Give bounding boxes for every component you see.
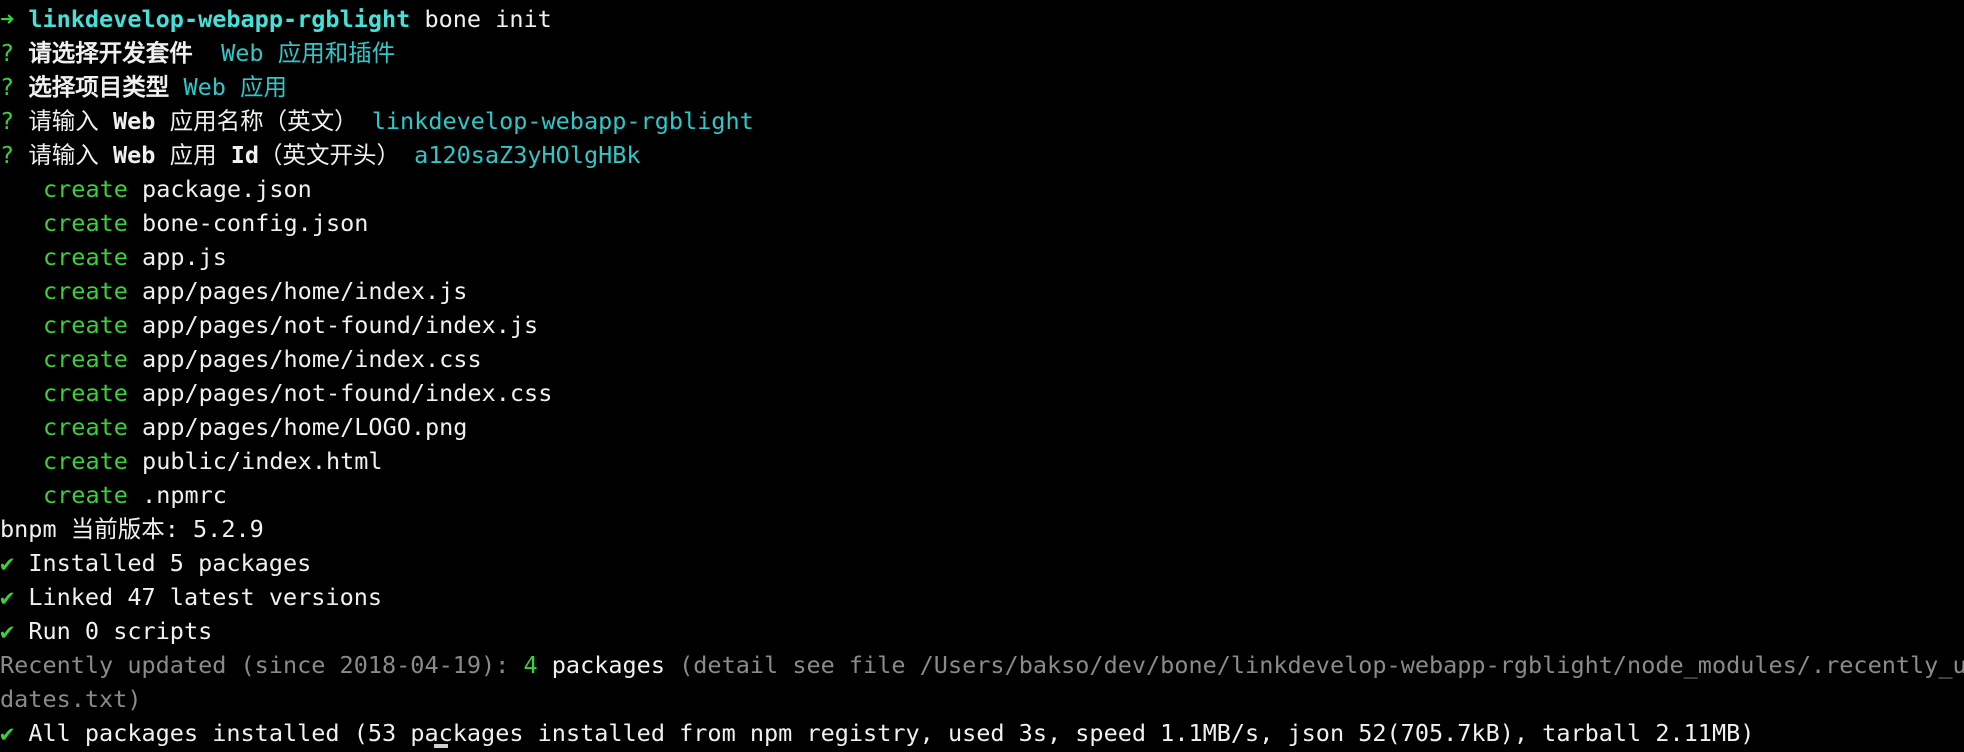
question-text-bold: Web [112, 141, 156, 169]
final-result-text: All packages installed (53 packages inst… [28, 719, 1755, 747]
create-action: create [43, 175, 128, 203]
create-action: create [43, 209, 128, 237]
checkmark-icon: ✔ [0, 719, 15, 747]
checkmark-icon: ✔ [0, 549, 15, 577]
question-line: ? 请输入 Web 应用 Id（英文开头） a120saZ3yHOlgHBk [0, 138, 1964, 172]
create-action: create [43, 413, 128, 441]
question-text-post: （英文开头） [259, 141, 401, 169]
answer-text: a120saZ3yHOlgHBk [414, 141, 641, 169]
question-text: 请选择开发套件 [28, 39, 193, 67]
question-text-bold: Id [230, 141, 260, 169]
create-action: create [43, 379, 128, 407]
question-mark: ? [0, 39, 15, 67]
created-file-path: app/pages/home/index.css [142, 345, 482, 373]
question-line: ? 请选择开发套件 Web 应用和插件 [0, 36, 1964, 70]
answer-text: Web 应用 [183, 73, 288, 101]
create-line: create app/pages/not-found/index.css [0, 376, 1964, 410]
created-file-path: app/pages/home/index.js [142, 277, 468, 305]
create-line: create package.json [0, 172, 1964, 206]
created-file-path: .npmrc [142, 481, 227, 509]
result-line: ✔ Linked 47 latest versions [0, 580, 1964, 614]
create-action: create [43, 447, 128, 475]
create-action: create [43, 311, 128, 339]
created-file-path: app/pages/home/LOGO.png [142, 413, 468, 441]
create-line: create public/index.html [0, 444, 1964, 478]
current-directory: linkdevelop-webapp-rgblight [28, 5, 411, 33]
created-file-path: app/pages/not-found/index.js [142, 311, 539, 339]
recently-updated-prefix: Recently updated (since 2018-04-19): [0, 651, 524, 679]
terminal-window[interactable]: ➜ linkdevelop-webapp-rgblight bone init … [0, 0, 1964, 752]
question-text-mid: 应用 [155, 141, 231, 169]
answer-text: linkdevelop-webapp-rgblight [371, 107, 754, 135]
result-line: ✔ Run 0 scripts [0, 614, 1964, 648]
result-text: Installed 5 packages [28, 549, 312, 577]
recently-updated-detail: (detail see file /Users/bakso/dev/bone/l… [664, 651, 1964, 679]
create-action: create [43, 277, 128, 305]
question-text-bold: Web [112, 107, 156, 135]
recently-updated-line: Recently updated (since 2018-04-19): 4 p… [0, 648, 1964, 682]
recently-updated-detail-cont: dates.txt) [0, 685, 142, 713]
updated-count: 4 [523, 651, 538, 679]
command-text: bone init [424, 5, 552, 33]
question-mark: ? [0, 73, 15, 101]
updated-word: packages [537, 651, 665, 679]
bnpm-version-line: bnpm 当前版本: 5.2.9 [0, 515, 264, 543]
checkmark-icon: ✔ [0, 583, 15, 611]
question-line: ? 请输入 Web 应用名称（英文） linkdevelop-webapp-rg… [0, 104, 1964, 138]
create-line: create app/pages/home/LOGO.png [0, 410, 1964, 444]
created-file-path: package.json [142, 175, 312, 203]
created-file-path: bone-config.json [142, 209, 369, 237]
prompt-line: ➜ linkdevelop-webapp-rgblight bone init [0, 2, 1964, 36]
created-file-path: public/index.html [142, 447, 383, 475]
prompt-arrow-icon: ➜ [0, 5, 15, 33]
create-action: create [43, 243, 128, 271]
checkmark-icon: ✔ [0, 617, 15, 645]
question-text-pre: 请输入 [28, 141, 113, 169]
result-text: Run 0 scripts [28, 617, 213, 645]
created-file-path: app/pages/not-found/index.css [142, 379, 553, 407]
answer-text: Web 应用和插件 [221, 39, 396, 67]
create-line: create app/pages/not-found/index.js [0, 308, 1964, 342]
question-text-pre: 请输入 [28, 107, 113, 135]
create-line: create bone-config.json [0, 206, 1964, 240]
create-line: create app/pages/home/index.js [0, 274, 1964, 308]
create-action: create [43, 345, 128, 373]
question-mark: ? [0, 107, 15, 135]
create-action: create [43, 481, 128, 509]
create-line: create .npmrc [0, 478, 1964, 512]
question-text-post: 应用名称（英文） [155, 107, 358, 135]
create-line: create app.js [0, 240, 1964, 274]
question-text: 选择项目类型 [28, 73, 170, 101]
created-file-path: app.js [142, 243, 227, 271]
question-mark: ? [0, 141, 15, 169]
final-result-line: ✔ All packages installed (53 packages in… [0, 716, 1964, 750]
question-line: ? 选择项目类型 Web 应用 [0, 70, 1964, 104]
create-line: create app/pages/home/index.css [0, 342, 1964, 376]
result-line: ✔ Installed 5 packages [0, 546, 1964, 580]
terminal-cursor [434, 744, 448, 748]
result-text: Linked 47 latest versions [28, 583, 383, 611]
